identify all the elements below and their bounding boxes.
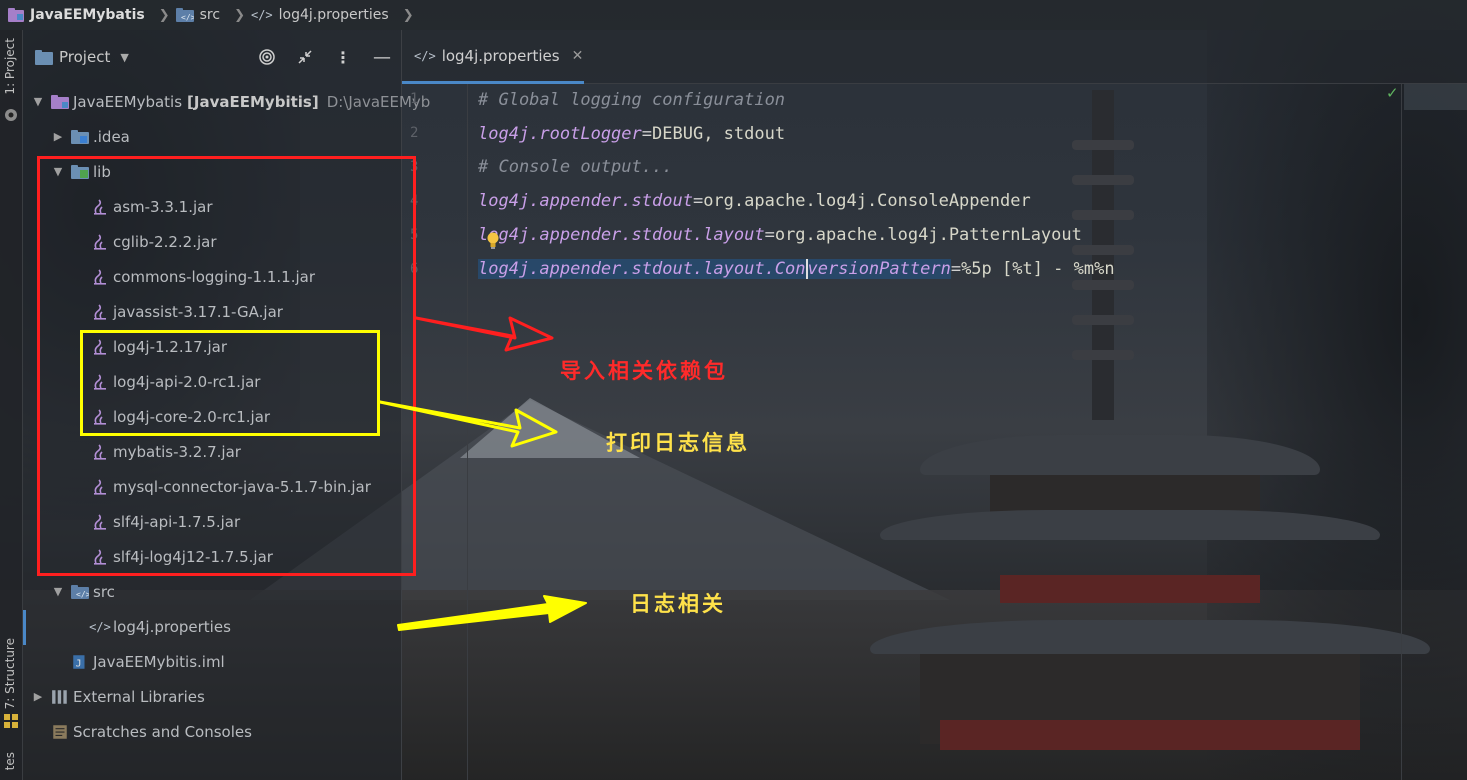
svg-text:J: J (76, 658, 82, 669)
equals-sign: = (764, 225, 775, 245)
property-value: DEBUG, stdout (652, 124, 786, 144)
close-icon[interactable]: ✕ (572, 48, 584, 64)
tree-node-root[interactable]: ▼ JavaEEMybatis [JavaEEMybitis] D:\JavaE… (31, 84, 431, 119)
comment: # Global logging configuration (478, 90, 786, 110)
breadcrumb-src[interactable]: </> src (175, 7, 221, 23)
right-margin-line (1401, 84, 1402, 780)
module-folder-icon (51, 94, 69, 109)
svg-text:</>: </> (76, 590, 89, 599)
annotation-import-deps: 导入相关依赖包 (560, 358, 728, 383)
breadcrumb-file-label: log4j.properties (278, 7, 389, 23)
iml-file-icon: J (73, 654, 85, 669)
line-number: 2 (410, 125, 419, 141)
scratches-label: Scratches and Consoles (73, 722, 252, 741)
annotation-yellow-box (80, 330, 380, 436)
breadcrumb-src-label: src (199, 7, 221, 23)
properties-file-icon: </> (414, 48, 436, 63)
scratches-icon (53, 724, 67, 739)
svg-text:</>: </> (181, 13, 194, 22)
src-label: src (93, 582, 115, 601)
pagoda (860, 80, 1460, 780)
external-libraries-label: External Libraries (73, 687, 205, 706)
editor-tab-bar: </> log4j.properties ✕ (402, 30, 1467, 84)
tree-node-idea[interactable]: ▶ .idea (51, 119, 130, 154)
annotation-log-related: 日志相关 (630, 591, 726, 616)
idea-folder-icon (71, 129, 89, 144)
expand-arrow-icon[interactable]: ▼ (51, 585, 65, 598)
root-name: JavaEEMybatis (73, 92, 183, 111)
property-key: log4j.appender.stdout.layout (478, 225, 765, 245)
project-folder-icon (35, 49, 53, 65)
property-key-part: log4j.appender.stdout.layout.Con (478, 259, 806, 279)
favorites-tool-window-button[interactable]: tes (3, 752, 17, 770)
chevron-right-icon: ❯ (158, 7, 170, 23)
property-key: log4j.appender.stdout (478, 191, 693, 211)
property-value: org.apache.log4j.ConsoleAppender (703, 191, 1031, 211)
property-value: org.apache.log4j.PatternLayout (774, 225, 1082, 245)
breadcrumb-file[interactable]: </> log4j.properties (251, 7, 389, 23)
code-line-1: # Global logging configuration (478, 85, 785, 115)
tree-node-properties[interactable]: </> log4j.properties (89, 609, 231, 644)
code-line-6: log4j.appender.stdout.layout.Con versionP… (478, 254, 1115, 284)
properties-file-icon: </> (250, 8, 273, 22)
project-view-dropdown[interactable]: Project (59, 48, 110, 66)
project-tool-window-button[interactable]: 1: Project (3, 38, 17, 95)
tab-label: log4j.properties (441, 46, 560, 65)
equals-sign: = (641, 124, 653, 144)
chevron-down-icon[interactable]: ▼ (120, 51, 128, 64)
code-line-3: # Console output... (478, 152, 672, 182)
structure-icon (4, 714, 18, 728)
favorites-tool-label: tes (3, 752, 17, 771)
commit-icon[interactable] (4, 108, 18, 122)
equals-sign: = (692, 191, 704, 211)
breadcrumb-project[interactable]: JavaEEMybatis (8, 7, 145, 23)
structure-tool-window-button[interactable]: 7: Structure (3, 638, 17, 709)
tree-node-scratches[interactable]: Scratches and Consoles (51, 714, 252, 749)
expand-arrow-icon[interactable]: ▼ (31, 95, 45, 108)
property-value: %5p [%t] - %m%n (961, 259, 1115, 279)
minimap[interactable] (1404, 84, 1467, 110)
locate-target-icon[interactable] (259, 49, 275, 65)
line-number: 1 (410, 91, 419, 107)
more-options-icon[interactable]: ⋮ (335, 48, 351, 67)
code-line-2: log4j.rootLogger = DEBUG, stdout (478, 119, 785, 149)
source-folder-icon: </> (175, 8, 194, 22)
equals-sign: = (950, 259, 962, 279)
structure-tool-label: 7: Structure (3, 638, 17, 710)
source-folder-icon: </> (71, 584, 89, 599)
iml-label: JavaEEMybitis.iml (93, 652, 225, 671)
comment: # Console output... (478, 157, 673, 177)
selection-indicator (23, 610, 26, 645)
left-tool-stripe: 1: Project 7: Structure tes (0, 30, 23, 780)
tree-node-external-libraries[interactable]: ▶ External Libraries (31, 679, 205, 714)
tree-node-iml[interactable]: J JavaEEMybitis.iml (71, 644, 225, 679)
project-panel-header: Project ▼ ⋮ — (23, 30, 401, 84)
annotation-print-log: 打印日志信息 (606, 430, 750, 455)
lightbulb-icon[interactable] (486, 232, 500, 250)
project-tool-label: 1: Project (3, 38, 17, 95)
code-line-4: log4j.appender.stdout = org.apache.log4j.C… (478, 186, 1031, 216)
code-line-5: log4j.appender.stdout.layout = org.apache.… (478, 220, 1082, 250)
chevron-right-icon: ❯ (402, 7, 414, 23)
collapsed-arrow-icon[interactable]: ▶ (51, 130, 65, 143)
tab-log4j-properties[interactable]: </> log4j.properties ✕ (402, 30, 584, 84)
minimize-icon[interactable]: — (373, 47, 391, 68)
properties-file-icon: </> (89, 619, 111, 634)
collapse-all-icon[interactable] (297, 49, 313, 65)
external-libraries-icon (52, 689, 67, 704)
properties-label: log4j.properties (113, 617, 231, 636)
breadcrumb-project-label: JavaEEMybatis (30, 7, 145, 23)
module-folder-icon (8, 8, 24, 22)
idea-label: .idea (93, 127, 130, 146)
property-key: log4j.rootLogger (478, 124, 642, 144)
chevron-right-icon: ❯ (234, 7, 245, 23)
checkmark-icon: ✓ (1386, 84, 1399, 102)
property-key-part: versionPattern (807, 259, 951, 279)
navigation-bar: JavaEEMybatis ❯ </> src ❯ </> log4j.prop… (0, 0, 1467, 30)
collapsed-arrow-icon[interactable]: ▶ (31, 690, 45, 703)
root-module: [JavaEEMybitis] (187, 92, 319, 111)
tree-node-src[interactable]: ▼ </> src (51, 574, 115, 609)
